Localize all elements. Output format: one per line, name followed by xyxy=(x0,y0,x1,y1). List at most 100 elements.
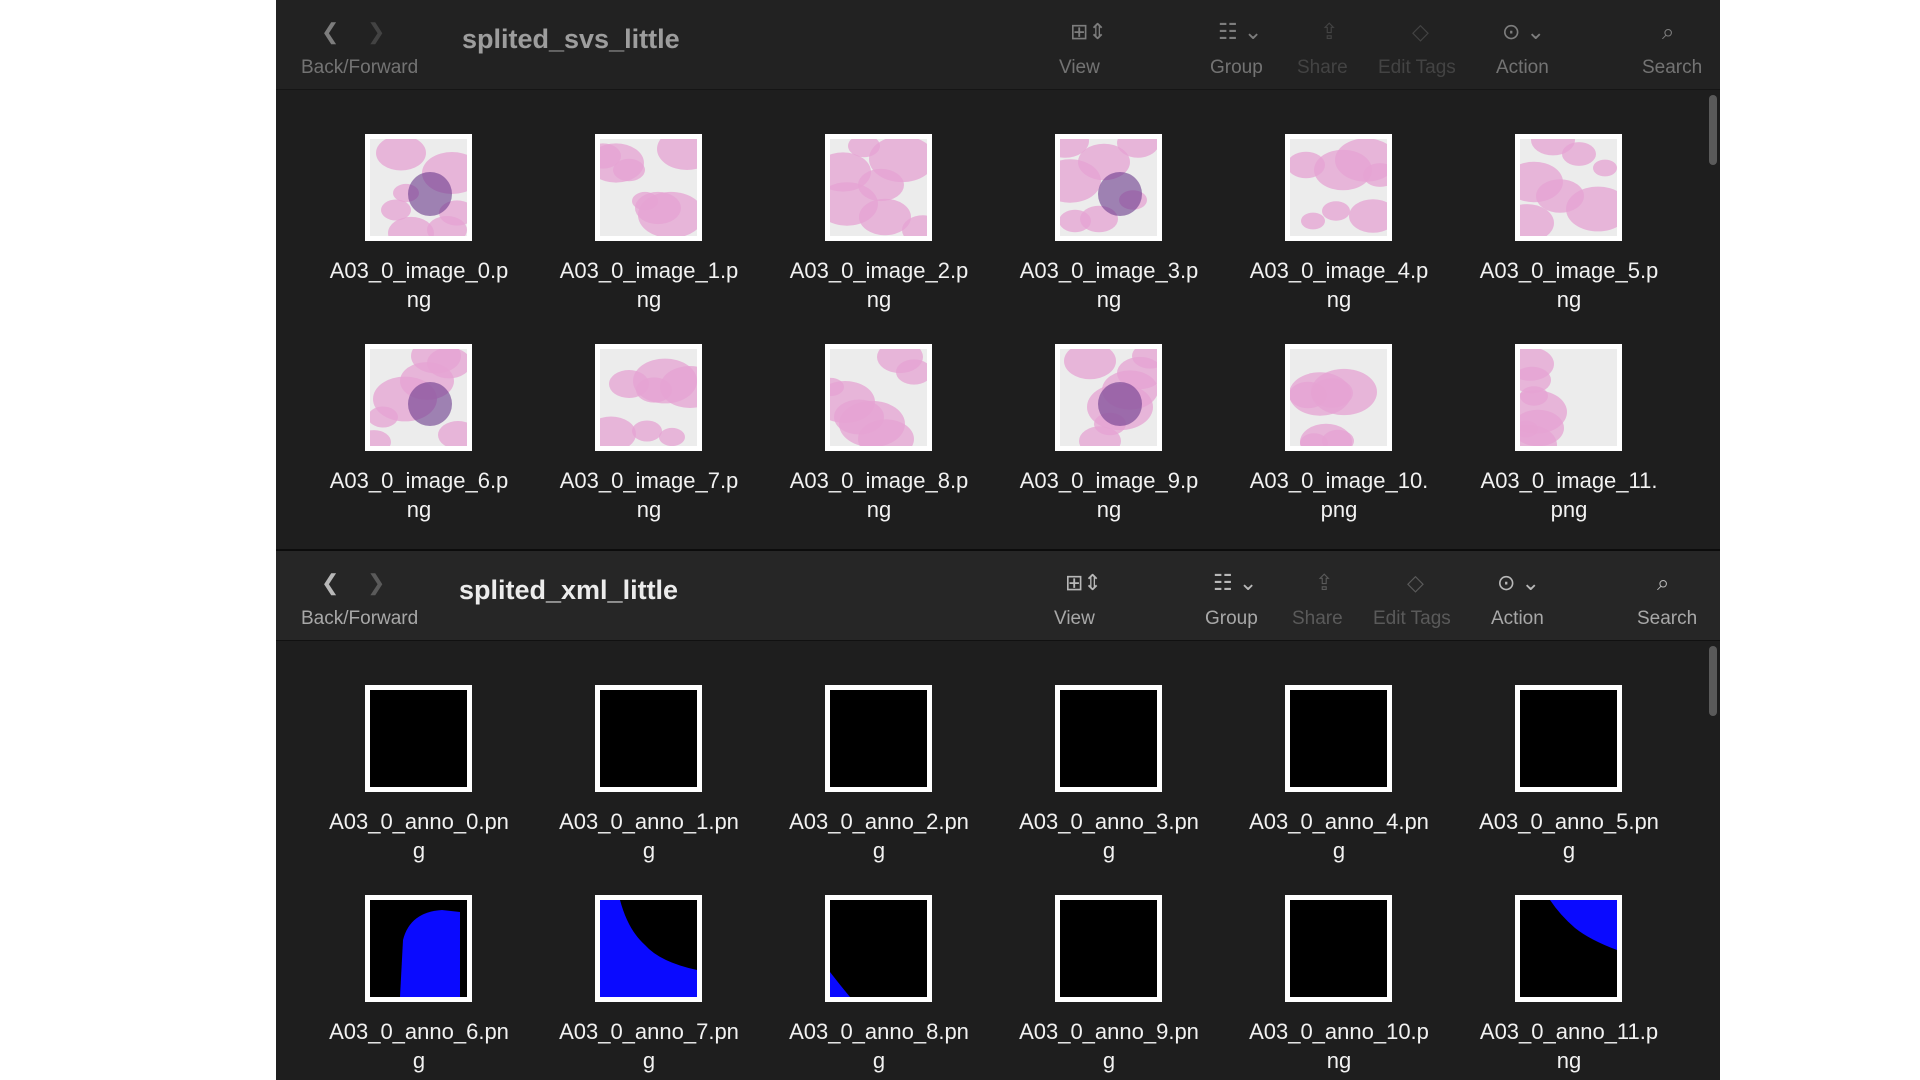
view-label: View xyxy=(1054,608,1095,629)
file-name: A03_0_anno_0.pn g xyxy=(329,809,509,863)
file-thumbnail[interactable] xyxy=(1515,344,1622,451)
search-label: Search xyxy=(1642,57,1703,78)
edit-tags-label: Edit Tags xyxy=(1373,608,1451,629)
file-thumbnail[interactable] xyxy=(1055,134,1162,241)
file-name: A03_0_image_3.p ng xyxy=(1019,258,1199,312)
file-name: A03_0_image_7.p ng xyxy=(559,468,739,522)
action-button[interactable]: ⊙ ⌄ Action xyxy=(1485,551,1565,640)
file-name: A03_0_image_11. png xyxy=(1480,468,1658,522)
file-name: A03_0_image_0.p ng xyxy=(329,258,509,312)
file-name: A03_0_image_8.p ng xyxy=(789,468,969,522)
file-name: A03_0_anno_10.p ng xyxy=(1249,1019,1429,1073)
file-thumbnail[interactable] xyxy=(365,895,472,1002)
back-forward-control[interactable]: ❮ ❯ Back/Forward xyxy=(301,0,421,89)
ellipsis-circle-icon: ⊙ ⌄ xyxy=(1497,570,1540,595)
view-button[interactable]: ⊞⇕ View xyxy=(1051,551,1111,640)
window-title: splited_svs_little xyxy=(462,24,680,54)
finder-toolbar: ❮ ❯ Back/Forward splited_svs_little ⊞⇕ V… xyxy=(276,0,1720,90)
file-grid: A03_0_anno_0.pn g A03_0_anno_1.pn g A03_0_… xyxy=(276,641,1720,1080)
share-label: Share xyxy=(1292,608,1343,629)
tag-icon: ◇ xyxy=(1412,19,1429,44)
action-label: Action xyxy=(1491,608,1544,629)
file-thumbnail[interactable] xyxy=(1285,344,1392,451)
search-button[interactable]: ⌕ Search xyxy=(1637,551,1707,640)
file-thumbnail[interactable] xyxy=(825,134,932,241)
file-thumbnail[interactable] xyxy=(1285,685,1392,792)
file-thumbnail[interactable] xyxy=(1515,134,1622,241)
window-title: splited_xml_little xyxy=(459,575,679,605)
back-forward-label: Back/Forward xyxy=(301,608,419,629)
finder-toolbar: ❮ ❯ Back/Forward splited_xml_little ⊞⇕ V… xyxy=(276,551,1720,641)
action-label: Action xyxy=(1496,57,1549,78)
share-label: Share xyxy=(1297,57,1348,78)
back-forward-label: Back/Forward xyxy=(301,57,419,78)
scrollbar[interactable] xyxy=(1709,95,1717,165)
icon-grid-icon: ⊞⇕ xyxy=(1070,19,1107,44)
file-thumbnail[interactable] xyxy=(365,134,472,241)
share-button[interactable]: ⇪ Share xyxy=(1292,551,1362,640)
back-forward-control[interactable]: ❮ ❯ Back/Forward xyxy=(301,551,421,640)
tag-icon: ◇ xyxy=(1407,570,1424,595)
file-thumbnail[interactable] xyxy=(1515,895,1622,1002)
file-name: A03_0_anno_11.p ng xyxy=(1479,1019,1659,1073)
share-button[interactable]: ⇪ Share xyxy=(1297,0,1367,89)
group-label: Group xyxy=(1205,608,1258,629)
file-name: A03_0_anno_6.pn g xyxy=(329,1019,509,1073)
finder-window-svs: ❮ ❯ Back/Forward splited_svs_little ⊞⇕ V… xyxy=(276,0,1720,549)
file-grid: A03_0_image_0.p ng A03_0_image_1.p ng A03_… xyxy=(276,90,1720,549)
file-name: A03_0_anno_9.pn g xyxy=(1019,1019,1199,1073)
file-thumbnail[interactable] xyxy=(595,134,702,241)
search-icon: ⌕ xyxy=(1657,570,1670,595)
file-thumbnail[interactable] xyxy=(825,344,932,451)
file-name: A03_0_image_4.p ng xyxy=(1249,258,1429,312)
file-name: A03_0_image_6.p ng xyxy=(329,468,509,522)
file-name: A03_0_anno_7.pn g xyxy=(559,1019,739,1073)
chevron-right-icon[interactable]: ❯ xyxy=(367,563,385,603)
edit-tags-label: Edit Tags xyxy=(1378,57,1456,78)
file-name: A03_0_anno_1.pn g xyxy=(559,809,739,863)
search-button[interactable]: ⌕ Search xyxy=(1642,0,1712,89)
file-name: A03_0_image_5.p ng xyxy=(1479,258,1659,312)
file-name: A03_0_image_1.p ng xyxy=(559,258,739,312)
finder-window-xml: ❮ ❯ Back/Forward splited_xml_little ⊞⇕ V… xyxy=(276,551,1720,1080)
file-name: A03_0_anno_2.pn g xyxy=(789,809,969,863)
group-label: Group xyxy=(1210,57,1263,78)
group-button[interactable]: ☷ ⌄ Group xyxy=(1206,0,1286,89)
file-thumbnail[interactable] xyxy=(365,685,472,792)
group-icon: ☷ ⌄ xyxy=(1213,570,1258,595)
chevron-left-icon[interactable]: ❮ xyxy=(321,12,339,52)
action-button[interactable]: ⊙ ⌄ Action xyxy=(1490,0,1570,89)
file-thumbnail[interactable] xyxy=(365,344,472,451)
share-icon: ⇪ xyxy=(1320,19,1339,44)
chevron-left-icon[interactable]: ❮ xyxy=(321,563,339,603)
file-name: A03_0_image_2.p ng xyxy=(789,258,969,312)
chevron-right-icon[interactable]: ❯ xyxy=(367,12,385,52)
search-icon: ⌕ xyxy=(1662,19,1675,44)
file-thumbnail[interactable] xyxy=(825,685,932,792)
file-name: A03_0_anno_4.pn g xyxy=(1249,809,1429,863)
edit-tags-button[interactable]: ◇ Edit Tags xyxy=(1378,0,1478,89)
view-button[interactable]: ⊞⇕ View xyxy=(1056,0,1116,89)
file-thumbnail[interactable] xyxy=(595,685,702,792)
icon-grid-icon: ⊞⇕ xyxy=(1065,570,1102,595)
ellipsis-circle-icon: ⊙ ⌄ xyxy=(1502,19,1545,44)
group-icon: ☷ ⌄ xyxy=(1218,19,1263,44)
file-thumbnail[interactable] xyxy=(1055,344,1162,451)
file-thumbnail[interactable] xyxy=(1285,895,1392,1002)
file-thumbnail[interactable] xyxy=(1285,134,1392,241)
file-thumbnail[interactable] xyxy=(595,895,702,1002)
scrollbar[interactable] xyxy=(1709,646,1717,716)
file-thumbnail[interactable] xyxy=(1515,685,1622,792)
share-icon: ⇪ xyxy=(1315,570,1334,595)
edit-tags-button[interactable]: ◇ Edit Tags xyxy=(1373,551,1473,640)
search-label: Search xyxy=(1637,608,1698,629)
file-name: A03_0_anno_5.pn g xyxy=(1479,809,1659,863)
file-name: A03_0_image_9.p ng xyxy=(1019,468,1199,522)
file-name: A03_0_image_10. png xyxy=(1249,468,1429,522)
file-thumbnail[interactable] xyxy=(1055,685,1162,792)
file-thumbnail[interactable] xyxy=(595,344,702,451)
group-button[interactable]: ☷ ⌄ Group xyxy=(1201,551,1281,640)
file-thumbnail[interactable] xyxy=(1055,895,1162,1002)
file-thumbnail[interactable] xyxy=(825,895,932,1002)
file-name: A03_0_anno_3.pn g xyxy=(1019,809,1199,863)
